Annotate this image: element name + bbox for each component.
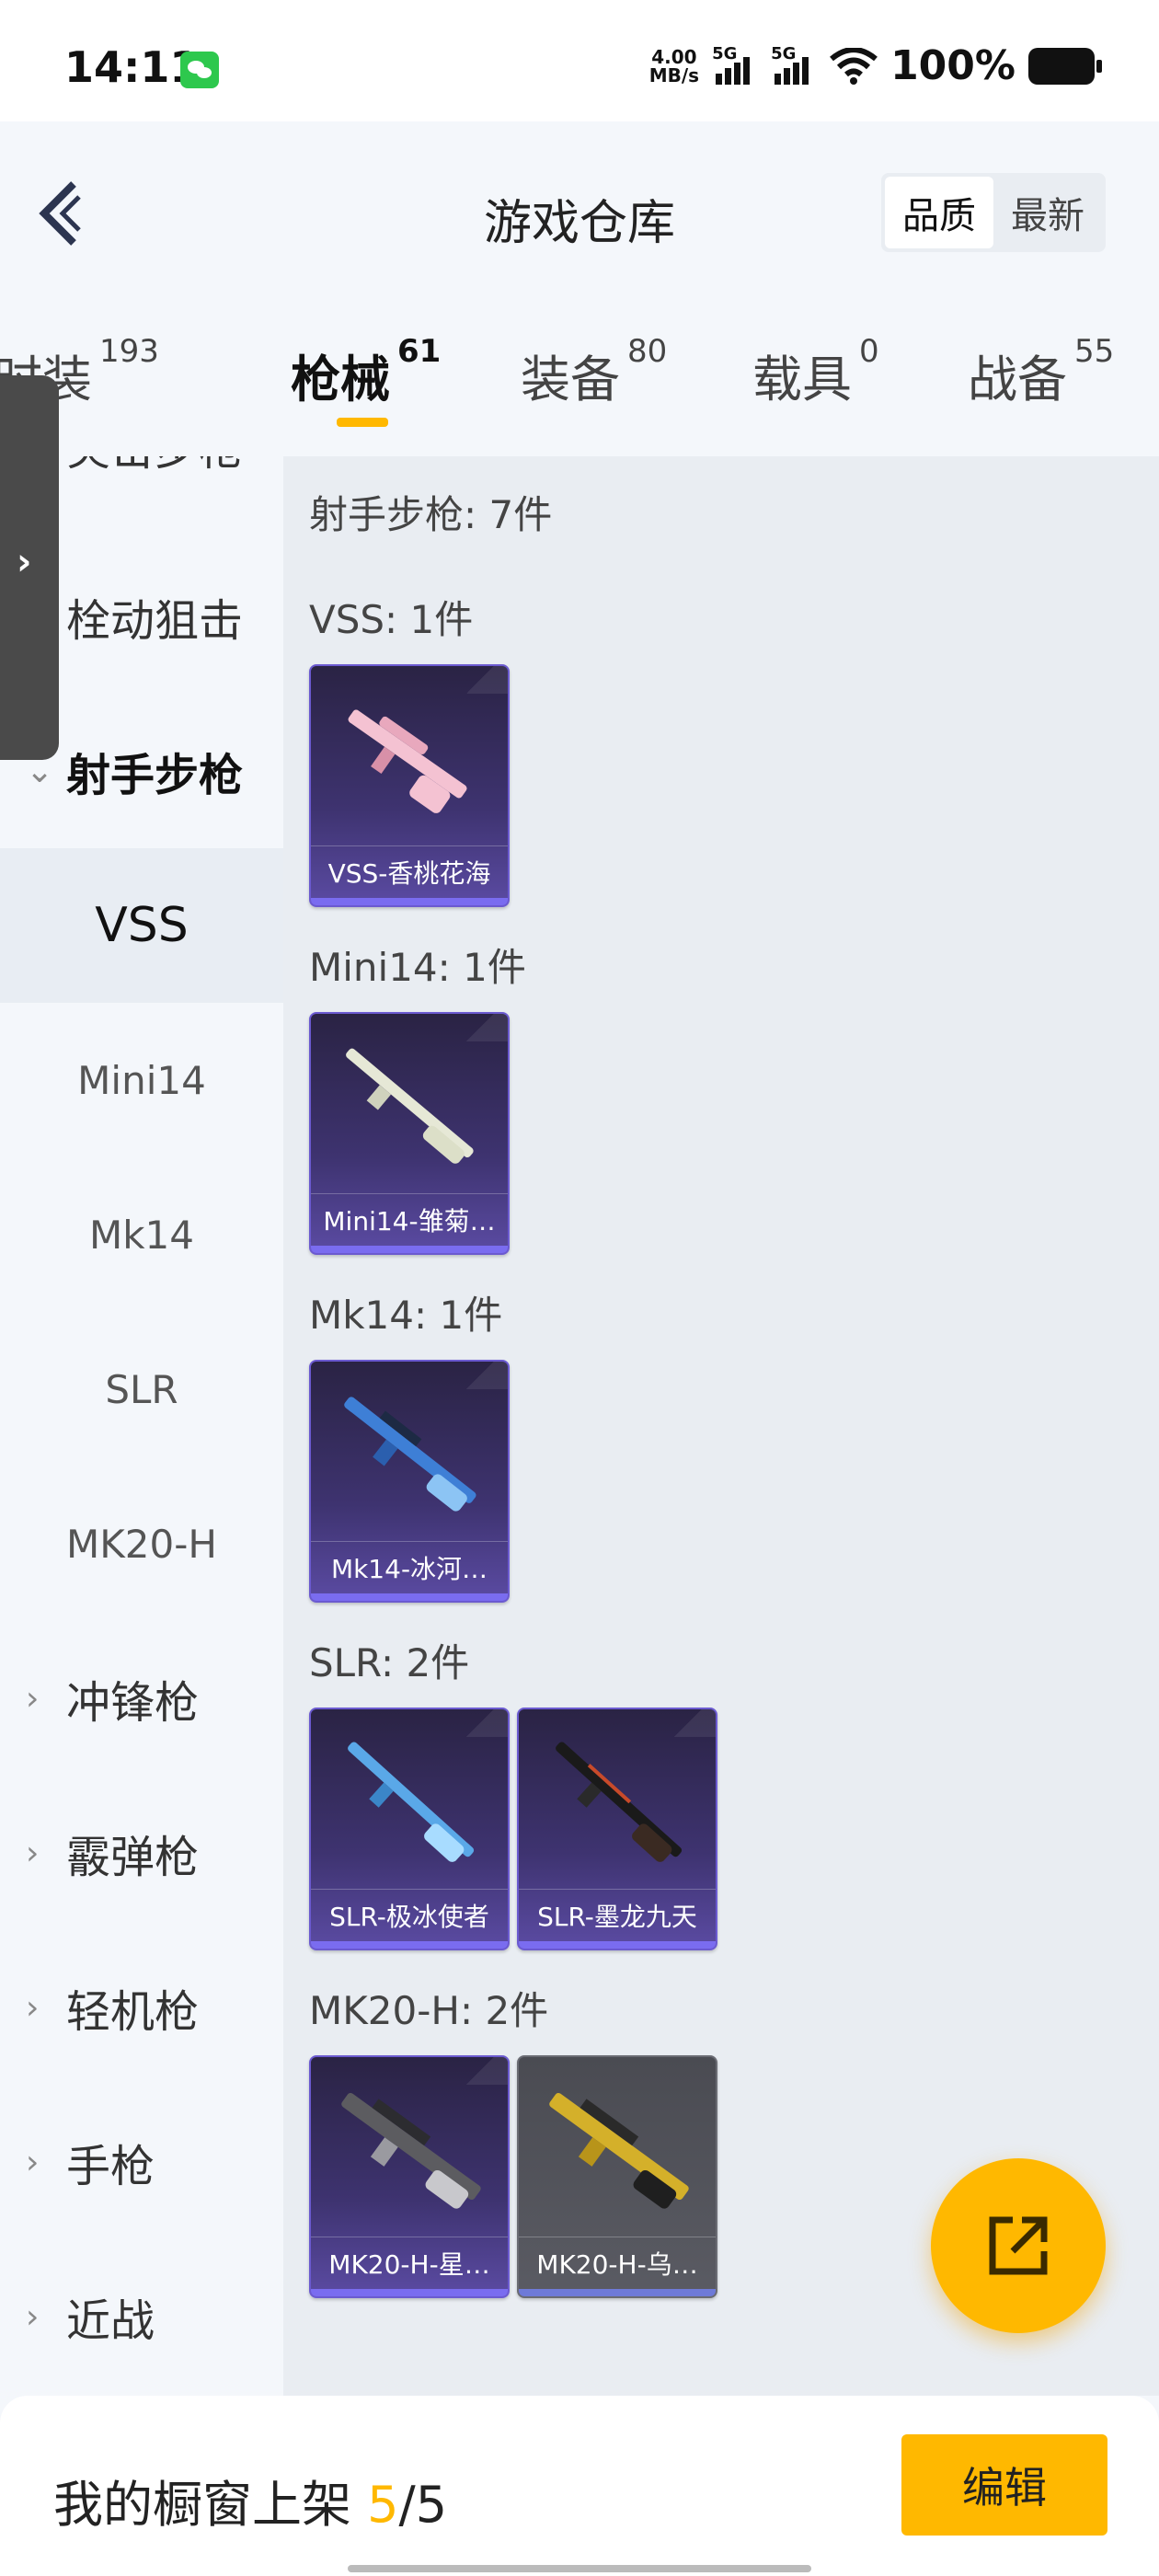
tab-vehicles[interactable]: 载具 0 [752, 333, 879, 411]
sidebar-item-mk14[interactable]: Mk14 [0, 1157, 283, 1312]
sidebar-item-melee[interactable]: › 近战 [0, 2239, 283, 2394]
ice-slr-rifle-icon [348, 1742, 475, 1862]
chevron-right-icon: › [26, 1988, 40, 2027]
item-name: VSS-香桃花海 [311, 845, 508, 898]
section-title: Mini14: 1件 [309, 945, 526, 990]
section-title: MK20-H: 2件 [309, 1988, 549, 2033]
chevron-right-icon: › [26, 2297, 40, 2336]
wechat-notification-icon [180, 52, 219, 88]
net-speed-value: 4.00 [651, 45, 697, 68]
net-speed: 4.00 MB/s [649, 48, 699, 85]
category-tabs: 时装193 枪械61 装备80 载具0 战备55 [0, 333, 1159, 431]
sort-toggle: 品质 最新 [881, 173, 1106, 252]
status-bar: 14:11 4.00 MB/s 5G 5G 100% [0, 0, 1159, 121]
item-name: SLR-墨龙九天 [519, 1889, 716, 1941]
sidebar-item-mini14[interactable]: Mini14 [0, 1003, 283, 1157]
item-card[interactable]: Mk14-冰河… [309, 1360, 510, 1603]
sidebar-item-shotgun[interactable]: › 霰弹枪 [0, 1776, 283, 1930]
status-icons: 4.00 MB/s 5G 5G 100% [649, 42, 1102, 89]
sidebar-item-vss[interactable]: VSS [0, 848, 283, 1003]
item-card[interactable]: SLR-极冰使者 [309, 1708, 510, 1950]
category-summary: 射手步枪: 7件 [309, 492, 553, 537]
edit-button[interactable]: 编辑 [901, 2434, 1107, 2536]
side-drawer-handle[interactable]: › [0, 375, 59, 760]
share-button[interactable] [931, 2158, 1106, 2333]
section-title: Mk14: 1件 [309, 1293, 503, 1338]
chevron-right-icon: › [17, 541, 32, 583]
item-name: SLR-极冰使者 [311, 1889, 508, 1941]
dark-slr-rifle-icon [556, 1742, 683, 1862]
signal-label: 5G [712, 43, 738, 63]
signal-icon: 5G [712, 44, 758, 88]
gold-mk20-rifle-icon [549, 2092, 689, 2209]
signal-label: 5G [771, 43, 797, 63]
sidebar-item-lmg[interactable]: › 轻机枪 [0, 1930, 283, 2085]
item-card[interactable]: MK20-H-乌… [517, 2055, 717, 2298]
status-time: 14:11 [64, 42, 200, 92]
item-name: MK20-H-乌… [519, 2237, 716, 2289]
battery-icon [1028, 47, 1102, 85]
item-grid: 射手步枪: 7件 VSS: 1件 VSS-香桃花海 Mini14: 1件 Min… [283, 456, 1159, 2396]
active-tab-indicator [337, 418, 388, 427]
share-external-icon [989, 2216, 1048, 2275]
chevron-right-icon: › [26, 1834, 40, 1872]
sidebar-item-mk20h[interactable]: MK20-H [0, 1466, 283, 1621]
section-title: SLR: 2件 [309, 1640, 470, 1685]
tab-equipment[interactable]: 装备 80 [521, 333, 667, 411]
item-card[interactable]: MK20-H-星… [309, 2055, 510, 2298]
sort-latest-button[interactable]: 最新 [993, 177, 1102, 248]
blue-mk14-rifle-icon [344, 1397, 476, 1512]
battery-percent: 100% [890, 42, 1016, 89]
pink-vss-rifle-icon [348, 709, 467, 813]
tab-firearms[interactable]: 枪械 61 [291, 333, 441, 411]
sort-quality-button[interactable]: 品质 [885, 177, 993, 248]
item-name: Mini14-雏菊… [311, 1193, 508, 1246]
wifi-icon [830, 47, 878, 85]
silver-mk20-rifle-icon [341, 2092, 481, 2209]
item-name: MK20-H-星… [311, 2237, 508, 2289]
item-card[interactable]: VSS-香桃花海 [309, 664, 510, 907]
sidebar-item-smg[interactable]: › 冲锋枪 [0, 1621, 283, 1776]
white-mini14-rifle-icon [346, 1048, 474, 1164]
showcase-count: 我的橱窗上架 5/5 [53, 2476, 448, 2534]
item-name: Mk14-冰河… [311, 1541, 508, 1593]
item-card[interactable]: SLR-墨龙九天 [517, 1708, 717, 1950]
chevron-right-icon: › [26, 2143, 40, 2181]
bottom-bar: 我的橱窗上架 5/5 编辑 [0, 2396, 1159, 2576]
header: 游戏仓库 品质 最新 时装193 枪械61 装备80 载具0 战备55 [0, 121, 1159, 427]
sidebar-item-slr[interactable]: SLR [0, 1312, 283, 1466]
tab-supplies[interactable]: 战备 55 [968, 333, 1114, 411]
section-title: VSS: 1件 [309, 597, 474, 642]
signal-icon: 5G [771, 44, 817, 88]
item-card[interactable]: Mini14-雏菊… [309, 1012, 510, 1255]
home-indicator[interactable] [348, 2565, 811, 2572]
net-speed-unit: MB/s [648, 63, 700, 86]
chevron-right-icon: › [26, 1679, 40, 1718]
sidebar-item-pistol[interactable]: › 手枪 [0, 2085, 283, 2239]
